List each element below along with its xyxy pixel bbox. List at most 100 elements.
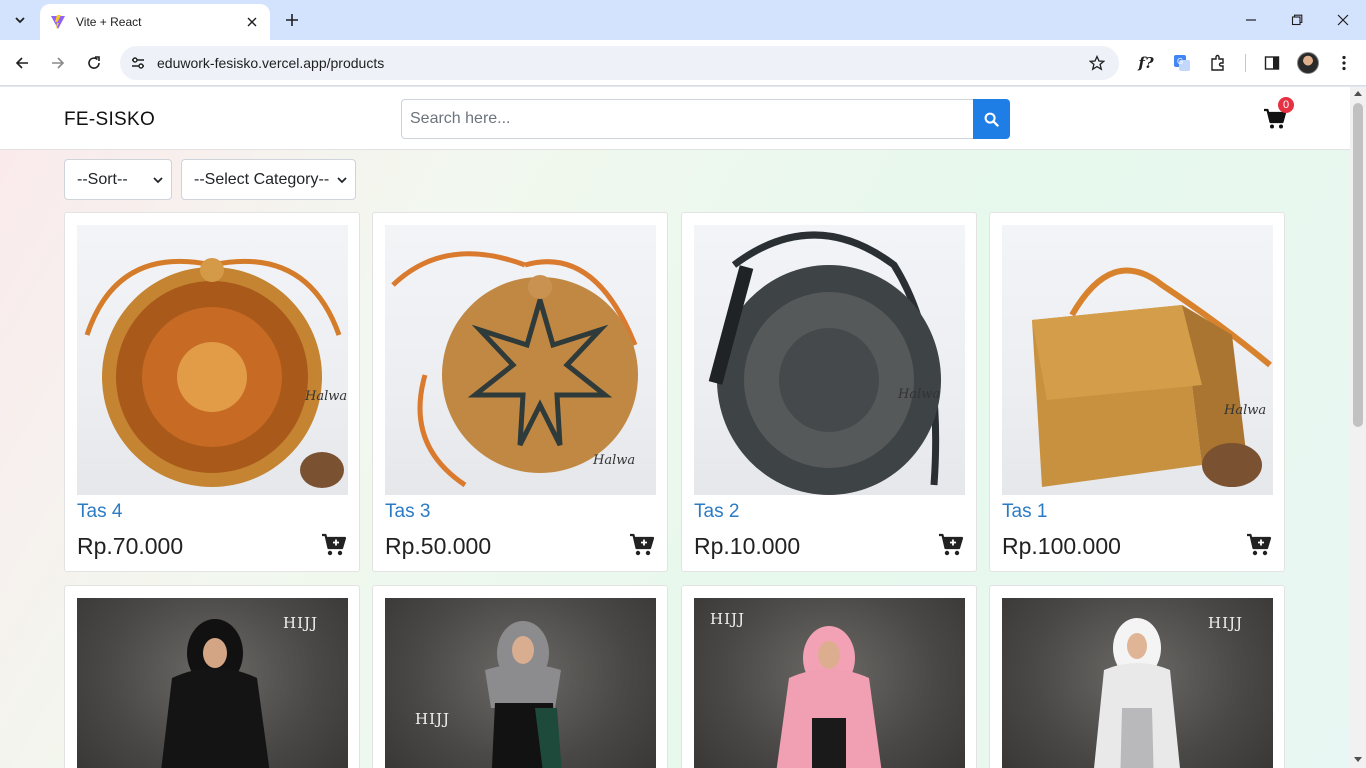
sort-select[interactable]: --Sort-- <box>64 159 172 200</box>
minimize-icon <box>1246 19 1256 21</box>
reload-button[interactable] <box>80 49 108 77</box>
tab-search-button[interactable] <box>8 8 32 32</box>
cart-count-badge: 0 <box>1278 97 1294 113</box>
image-watermark: Halwa <box>305 389 348 404</box>
close-tab-button[interactable] <box>244 14 260 30</box>
close-icon <box>247 17 257 27</box>
chevron-down-icon <box>15 17 25 24</box>
image-watermark: Halwa <box>898 387 941 402</box>
translate-icon: G <box>1174 55 1190 71</box>
url-text[interactable]: eduwork-fesisko.vercel.app/products <box>157 55 384 71</box>
sort-select-value: --Sort-- <box>77 170 128 188</box>
back-button[interactable] <box>8 49 36 77</box>
chevron-down-icon <box>337 177 347 184</box>
extension-translate-button[interactable]: G <box>1170 51 1194 75</box>
product-name[interactable]: Tas 1 <box>1002 501 1047 523</box>
page-scrollbar[interactable] <box>1350 87 1366 768</box>
chevron-down-icon <box>153 177 163 184</box>
hijab-model-photo <box>485 621 562 768</box>
tune-icon <box>132 57 144 69</box>
close-icon <box>1337 14 1349 26</box>
image-watermark: Halwa <box>1224 403 1267 418</box>
brand-logo[interactable]: FE-SISKO <box>64 109 155 131</box>
add-to-cart-icon[interactable] <box>1246 533 1272 557</box>
star-icon <box>1089 55 1105 71</box>
product-image[interactable]: HIJJ <box>694 598 965 768</box>
product-card[interactable]: HIJJ <box>989 585 1285 768</box>
product-card[interactable]: HIJJ <box>681 585 977 768</box>
product-image[interactable]: HIJJ <box>1002 598 1273 768</box>
product-card[interactable]: Halwa Tas 4 Rp.70.000 <box>64 212 360 572</box>
scroll-up-arrow-icon[interactable] <box>1354 91 1362 96</box>
product-image[interactable]: Halwa <box>77 225 348 495</box>
font-function-icon: f? <box>1138 54 1154 72</box>
rattan-bag-photo <box>84 258 344 488</box>
plus-icon <box>286 14 298 26</box>
image-watermark: HIJJ <box>283 614 319 632</box>
product-card[interactable]: HIJJ <box>64 585 360 768</box>
image-watermark: HIJJ <box>710 610 746 628</box>
scroll-down-arrow-icon[interactable] <box>1354 757 1362 762</box>
svg-text:G: G <box>1177 57 1183 66</box>
extension-font-button[interactable]: f? <box>1134 51 1158 75</box>
arrow-left-icon <box>15 57 28 69</box>
more-vertical-icon <box>1342 55 1346 71</box>
rattan-bag-photo <box>1032 267 1272 487</box>
product-price: Rp.70.000 <box>77 533 184 559</box>
add-to-cart-icon[interactable] <box>938 533 964 557</box>
search-bar <box>401 99 1010 139</box>
side-panel-icon <box>1264 56 1280 70</box>
add-to-cart-icon[interactable] <box>629 533 655 557</box>
product-price: Rp.10.000 <box>694 533 801 559</box>
browser-tab-bar: Vite + React <box>0 0 1366 40</box>
product-price: Rp.50.000 <box>385 533 492 559</box>
browser-toolbar: eduwork-fesisko.vercel.app/products f? G <box>0 40 1366 86</box>
product-image[interactable]: Halwa <box>1002 225 1273 495</box>
site-navbar: FE-SISKO 0 <box>0 87 1350 150</box>
product-image[interactable]: Halwa <box>694 225 965 495</box>
product-image[interactable]: HIJJ <box>385 598 656 768</box>
browser-tab-active[interactable]: Vite + React <box>40 4 270 40</box>
product-name[interactable]: Tas 4 <box>77 501 122 523</box>
product-image[interactable]: Halwa <box>385 225 656 495</box>
product-card[interactable]: Halwa Tas 1 Rp.100.000 <box>989 212 1285 572</box>
profile-avatar[interactable] <box>1297 52 1319 74</box>
side-panel-button[interactable] <box>1260 51 1284 75</box>
forward-button[interactable] <box>44 49 72 77</box>
add-to-cart-icon[interactable] <box>321 533 347 557</box>
search-button[interactable] <box>973 99 1010 139</box>
product-image[interactable]: HIJJ <box>77 598 348 768</box>
scrollbar-thumb[interactable] <box>1353 103 1363 427</box>
product-name[interactable]: Tas 2 <box>694 501 739 523</box>
minimize-window-button[interactable] <box>1228 0 1274 40</box>
reload-icon <box>88 56 100 69</box>
close-window-button[interactable] <box>1320 0 1366 40</box>
tab-title: Vite + React <box>76 15 142 29</box>
address-bar[interactable]: eduwork-fesisko.vercel.app/products <box>120 46 1119 80</box>
category-select-value: --Select Category-- <box>194 170 330 188</box>
browser-menu-button[interactable] <box>1332 51 1356 75</box>
puzzle-icon <box>1211 54 1224 71</box>
arrow-right-icon <box>52 57 65 69</box>
bookmark-button[interactable] <box>1087 53 1107 73</box>
product-name[interactable]: Tas 3 <box>385 501 430 523</box>
product-card[interactable]: HIJJ <box>372 585 668 768</box>
extensions-button[interactable] <box>1206 51 1230 75</box>
rattan-bag-photo <box>708 231 941 495</box>
restore-icon <box>1291 14 1303 26</box>
search-input[interactable] <box>401 99 973 139</box>
vite-logo-icon <box>51 15 65 29</box>
category-select[interactable]: --Select Category-- <box>181 159 356 200</box>
image-watermark: HIJJ <box>415 710 451 728</box>
image-watermark: Halwa <box>593 453 636 468</box>
page-viewport: FE-SISKO 0 --Sort-- --Select Category-- <box>0 87 1350 768</box>
new-tab-button[interactable] <box>280 8 304 32</box>
product-card[interactable]: Halwa Tas 2 Rp.10.000 <box>681 212 977 572</box>
product-card[interactable]: Halwa Tas 3 Rp.50.000 <box>372 212 668 572</box>
image-watermark: HIJJ <box>1208 614 1244 632</box>
restore-window-button[interactable] <box>1274 0 1320 40</box>
site-info-button[interactable] <box>126 51 150 75</box>
toolbar-divider <box>1245 54 1246 72</box>
product-price: Rp.100.000 <box>1002 533 1121 559</box>
search-icon <box>984 112 999 127</box>
